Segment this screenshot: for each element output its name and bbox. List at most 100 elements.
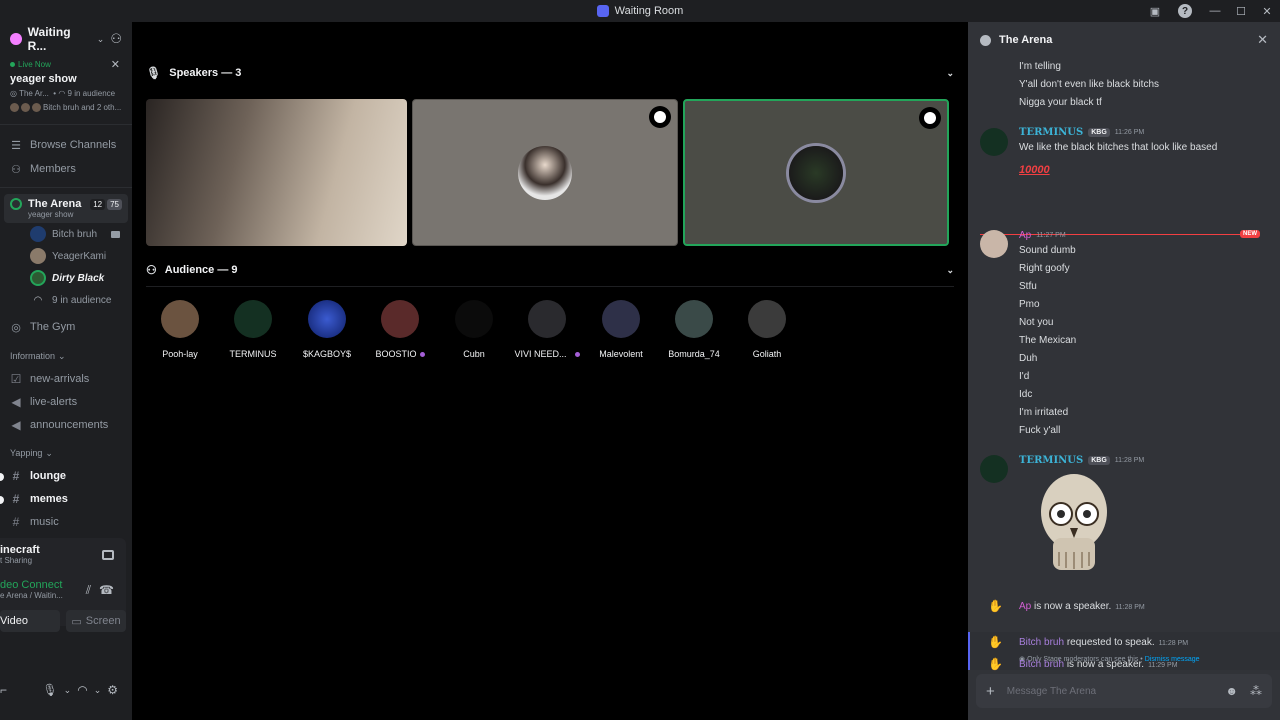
audience-header[interactable]: ⚇ Audience — 9 ⌄ bbox=[146, 263, 954, 277]
voice-connected[interactable]: deo Connect bbox=[0, 580, 63, 591]
audience-member[interactable]: $KAGBOY$ bbox=[291, 300, 363, 359]
message-composer[interactable]: + Message The Arena ☻ ⁂ bbox=[976, 674, 1272, 708]
apps-icon[interactable]: ⁂ bbox=[1250, 684, 1262, 698]
username[interactable]: Ap bbox=[1019, 230, 1031, 241]
voice-user[interactable]: YeagerKami bbox=[0, 245, 132, 267]
inbox-icon[interactable]: ▣ bbox=[1142, 0, 1168, 22]
stage-view: 🎙︎ Speakers — 3 ⌄ ⚇ Audience — 9 ⌄ Pooh-… bbox=[138, 22, 964, 720]
audience-name: TERMINUS bbox=[229, 349, 277, 359]
chevron-down-icon[interactable]: ⌄ bbox=[64, 685, 72, 696]
channel-name: music bbox=[30, 515, 59, 528]
live-badge-text: Live Now bbox=[18, 60, 51, 69]
live-speakers-text: Bitch bruh and 2 oth... bbox=[43, 103, 122, 112]
audience-member[interactable]: Malevolent bbox=[585, 300, 657, 359]
screen-button[interactable]: ▭ Screen bbox=[66, 610, 126, 632]
plus-icon[interactable]: + bbox=[986, 683, 995, 700]
message-input-placeholder[interactable]: Message The Arena bbox=[1007, 686, 1096, 697]
members-link[interactable]: ⚇ Members bbox=[0, 157, 132, 181]
microphone-icon[interactable]: 🎙︎ bbox=[42, 683, 57, 697]
close-icon[interactable]: ✕ bbox=[1257, 32, 1268, 48]
audience-member[interactable]: Cubn bbox=[438, 300, 510, 359]
voice-user[interactable]: Dirty Black bbox=[0, 267, 132, 289]
channel-name: The Gym bbox=[30, 321, 76, 333]
maximize-button[interactable]: ☐ bbox=[1228, 0, 1254, 22]
avatar bbox=[161, 300, 199, 338]
members-icon: ⚇ bbox=[11, 163, 21, 176]
channel-live-alerts[interactable]: ◀ live-alerts bbox=[0, 390, 132, 413]
chevron-down-icon[interactable]: ⌄ bbox=[946, 265, 954, 276]
avatar bbox=[308, 300, 346, 338]
channel-the-gym[interactable]: ◎ The Gym bbox=[0, 315, 132, 339]
live-now-panel[interactable]: Live Now ✕ yeager show ◎ The Ar... • ◠ 9… bbox=[0, 56, 132, 116]
username[interactable]: TERMINUS bbox=[1019, 455, 1083, 466]
skull-sticker[interactable] bbox=[1039, 472, 1109, 580]
channel-lounge[interactable]: # lounge bbox=[0, 464, 132, 487]
gear-icon[interactable]: ⚙ bbox=[107, 683, 118, 697]
audience-member[interactable]: Bomurda_74 bbox=[658, 300, 730, 359]
voice-user[interactable]: Bitch bruh bbox=[0, 223, 132, 245]
browse-icon: ☰ bbox=[11, 139, 21, 152]
timestamp: 11:28 PM bbox=[1115, 603, 1145, 611]
voice-user-name: Dirty Black bbox=[52, 272, 105, 284]
username[interactable]: Bitch bruh bbox=[1019, 637, 1064, 648]
audience-name: Pooh-lay bbox=[162, 349, 198, 359]
invite-icon[interactable]: ⚇ bbox=[110, 31, 122, 47]
hundred-emoji-icon: 10000 bbox=[1019, 164, 1050, 176]
category-label: Information bbox=[10, 351, 56, 361]
audience-member[interactable]: TERMINUS bbox=[217, 300, 289, 359]
screen-share-icon[interactable] bbox=[102, 550, 114, 560]
speakers-header[interactable]: 🎙︎ Speakers — 3 ⌄ bbox=[146, 66, 954, 80]
channel-announcements[interactable]: ◀ announcements bbox=[0, 413, 132, 436]
chevron-down-icon[interactable]: ⌄ bbox=[946, 68, 954, 79]
speaker-tile-speaking[interactable] bbox=[683, 99, 949, 246]
emoji-icon[interactable]: ☻ bbox=[1225, 684, 1238, 698]
channel-memes[interactable]: # memes bbox=[0, 487, 132, 510]
speaker-tile[interactable] bbox=[412, 99, 678, 246]
audience-name: Cubn bbox=[463, 349, 485, 359]
avatar[interactable]: ⌐ bbox=[0, 683, 7, 697]
server-header[interactable]: Waiting R... ⌄ ⚇ bbox=[0, 22, 132, 56]
stage-counts: 12 75 bbox=[90, 198, 122, 210]
stage-count-a: 12 bbox=[90, 198, 106, 210]
hash-icon: # bbox=[12, 468, 20, 483]
username[interactable]: Bitch bruh bbox=[1019, 659, 1064, 670]
timestamp: 11:28 PM bbox=[1114, 457, 1145, 464]
minimize-button[interactable]: — bbox=[1202, 0, 1228, 22]
message-line: Idc bbox=[1019, 389, 1033, 400]
category-yapping[interactable]: Yapping ⌄ bbox=[0, 442, 132, 464]
channel-music[interactable]: # music bbox=[0, 510, 132, 533]
channel-new-arrivals[interactable]: ☑ new-arrivals bbox=[0, 367, 132, 390]
noise-suppression-icon[interactable]: ⫽ bbox=[86, 583, 91, 598]
close-icon[interactable]: ✕ bbox=[111, 58, 120, 71]
message-line: Sound dumb bbox=[1019, 245, 1076, 256]
avatar[interactable] bbox=[980, 230, 1008, 258]
audience-member[interactable]: BOOSTIO bbox=[364, 300, 436, 359]
category-information[interactable]: Information ⌄ bbox=[0, 345, 132, 367]
avatar bbox=[518, 145, 572, 200]
avatar bbox=[528, 300, 566, 338]
message-list: I'm telling Y'all don't even like black … bbox=[968, 58, 1280, 671]
timestamp: 11:26 PM bbox=[1114, 129, 1145, 136]
close-window-button[interactable]: ✕ bbox=[1254, 0, 1280, 22]
audience-member[interactable]: Goliath bbox=[731, 300, 803, 359]
speaker-tile-video[interactable] bbox=[146, 99, 407, 246]
username[interactable]: Ap bbox=[1019, 601, 1031, 612]
channel-name: memes bbox=[30, 492, 68, 505]
video-button[interactable]: Video bbox=[0, 610, 60, 632]
username[interactable]: TERMINUS bbox=[1019, 127, 1083, 138]
help-icon[interactable]: ? bbox=[1178, 4, 1192, 18]
headphones-icon: ◠ bbox=[33, 294, 43, 306]
avatar[interactable] bbox=[980, 128, 1008, 156]
disconnect-icon[interactable]: ☎ bbox=[99, 583, 114, 597]
camera-icon bbox=[111, 230, 120, 238]
live-meta-audience: 9 in audience bbox=[67, 89, 116, 98]
chevron-down-icon[interactable]: ⌄ bbox=[94, 685, 102, 696]
browse-channels[interactable]: ☰ Browse Channels bbox=[0, 133, 132, 157]
live-badge: Live Now bbox=[10, 60, 122, 69]
headphones-icon[interactable]: ◠ bbox=[77, 683, 87, 697]
audience-member[interactable]: VIVI NEED... bbox=[511, 300, 583, 359]
audience-member[interactable]: Pooh-lay bbox=[144, 300, 216, 359]
stage-channel-the-arena[interactable]: The Arena 12 75 yeager show bbox=[4, 194, 128, 223]
avatar[interactable] bbox=[980, 455, 1008, 483]
audience-count-row[interactable]: ◠ 9 in audience bbox=[0, 289, 132, 311]
